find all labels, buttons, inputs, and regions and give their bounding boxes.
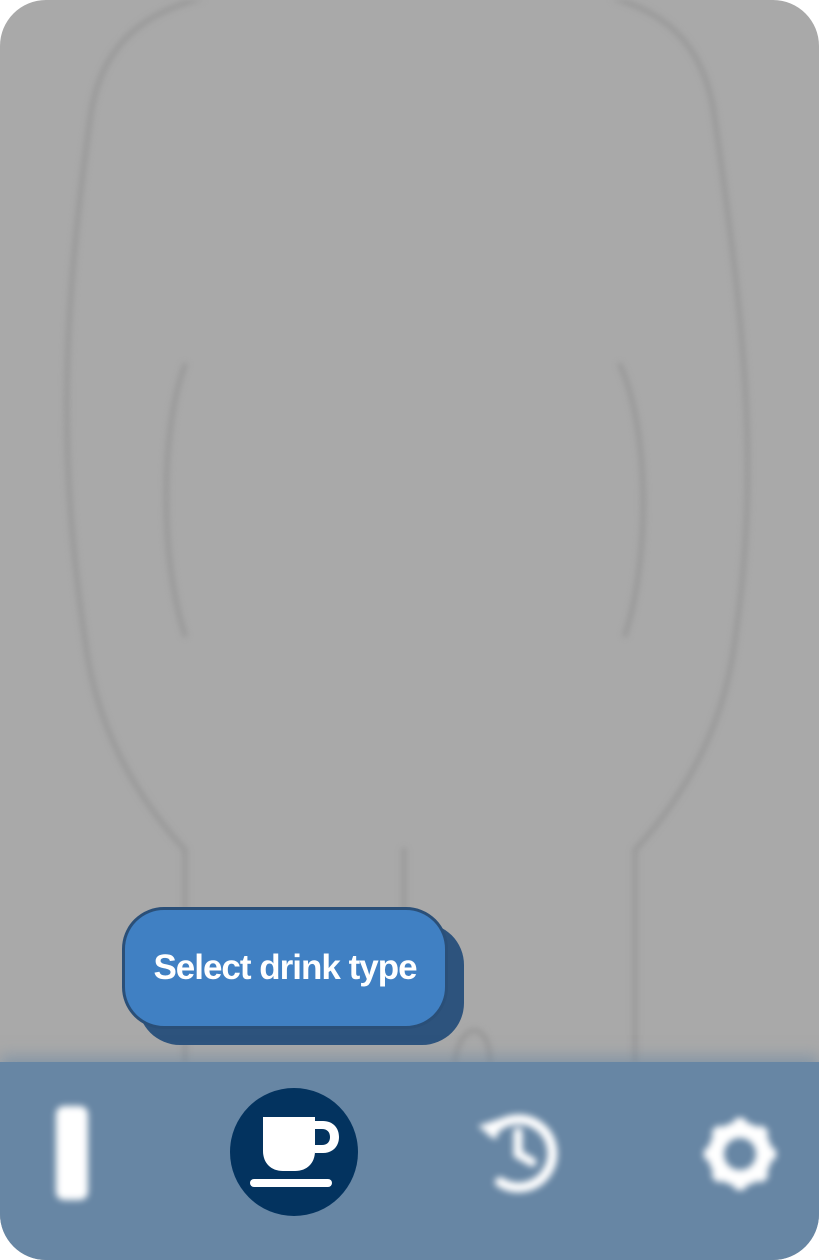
nav-item-settings[interactable] — [700, 1114, 780, 1194]
coffee-cup-icon — [250, 1117, 339, 1187]
nav-item-drink-type[interactable] — [230, 1088, 358, 1216]
bottom-navigation-bar — [0, 1062, 819, 1260]
app-screen: Select drink type — [0, 0, 819, 1260]
tooltip-text: Select drink type — [153, 948, 417, 987]
history-icon — [478, 1114, 558, 1193]
drink-type-tooltip: Select drink type — [122, 907, 468, 1049]
nav-item-history[interactable] — [470, 1102, 566, 1198]
nav-item-bottle[interactable] — [36, 1098, 108, 1208]
gear-icon — [704, 1118, 776, 1190]
bottle-icon — [56, 1106, 88, 1200]
tooltip-bubble[interactable]: Select drink type — [122, 907, 448, 1029]
